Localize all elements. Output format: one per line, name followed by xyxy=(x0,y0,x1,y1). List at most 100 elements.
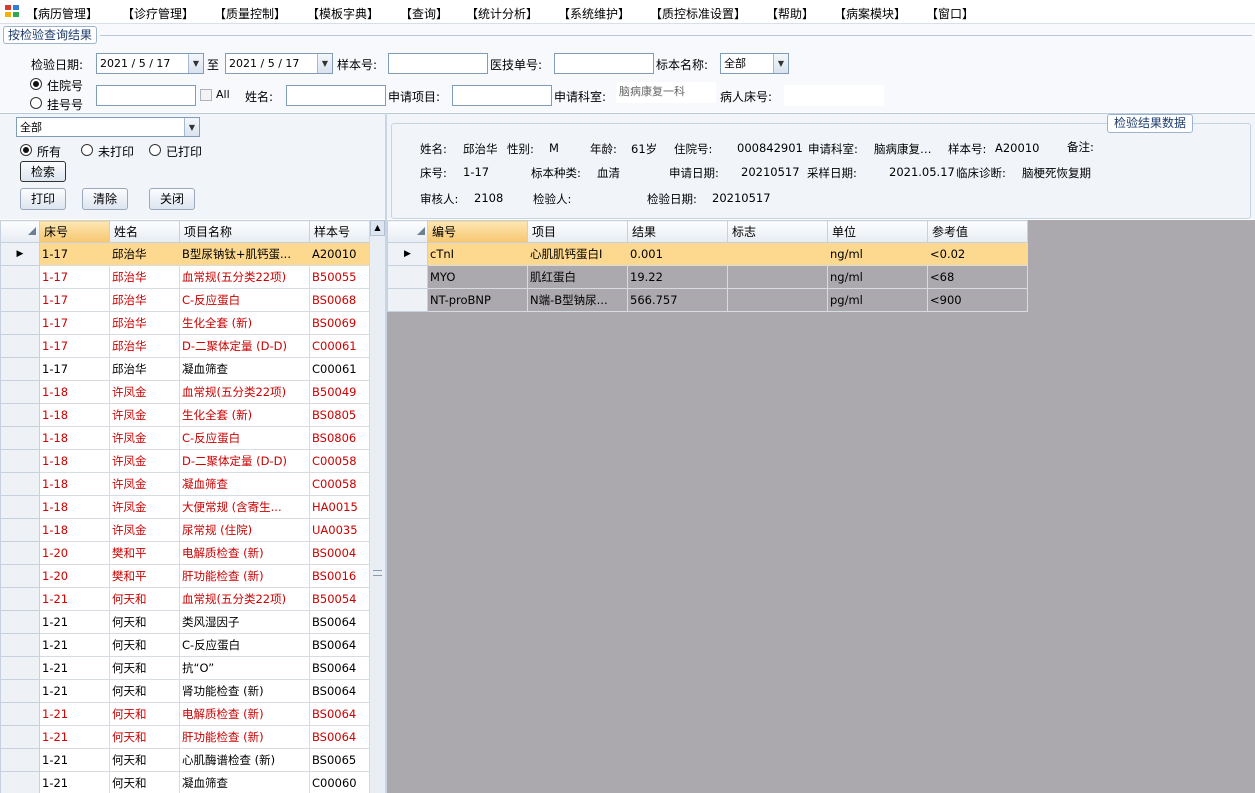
cell-item[interactable]: N端-B型钠尿... xyxy=(527,288,628,312)
cell-bed[interactable]: 1-21 xyxy=(39,633,110,657)
cell-sample[interactable]: B50055 xyxy=(309,265,370,289)
cell-ref[interactable]: <900 xyxy=(927,288,1028,312)
chevron-down-icon[interactable]: ▼ xyxy=(317,54,332,73)
cell-bed[interactable]: 1-17 xyxy=(39,242,110,266)
cell-code[interactable]: MYO xyxy=(427,265,528,289)
cell-name[interactable]: 何天和 xyxy=(109,702,180,726)
row-header[interactable] xyxy=(0,656,40,680)
cell-bed[interactable]: 1-20 xyxy=(39,564,110,588)
cell-name[interactable]: 樊和平 xyxy=(109,564,180,588)
patient-no-input[interactable] xyxy=(96,85,196,106)
cell-item[interactable]: 心肌酶谱检查 (新) xyxy=(179,748,310,772)
menu-medical-record[interactable]: 【病历管理】 xyxy=(26,5,98,22)
cell-bed[interactable]: 1-18 xyxy=(39,449,110,473)
cell-bed[interactable]: 1-21 xyxy=(39,771,110,793)
cell-name[interactable]: 何天和 xyxy=(109,656,180,680)
column-header-name[interactable]: 姓名 xyxy=(109,220,180,243)
cell-bed[interactable]: 1-17 xyxy=(39,265,110,289)
cell-item[interactable]: 肾功能检查 (新) xyxy=(179,679,310,703)
cell-sample[interactable]: BS0065 xyxy=(309,748,370,772)
table-row[interactable]: 1-18 许凤金 C-反应蛋白 BS0806 xyxy=(0,426,370,450)
specimen-select[interactable]: 全部 ▼ xyxy=(720,53,789,74)
cell-sample[interactable]: BS0064 xyxy=(309,610,370,634)
vertical-scrollbar[interactable]: ▲ xyxy=(369,220,385,793)
app-logo-icon[interactable] xyxy=(4,4,20,18)
row-header[interactable] xyxy=(0,679,40,703)
apply-item-input[interactable] xyxy=(452,85,552,106)
cell-name[interactable]: 许凤金 xyxy=(109,518,180,542)
cell-sample[interactable]: BS0805 xyxy=(309,403,370,427)
cell-name[interactable]: 何天和 xyxy=(109,725,180,749)
cell-item[interactable]: B型尿钠钛+肌钙蛋... xyxy=(179,242,310,266)
cell-item[interactable]: C-反应蛋白 xyxy=(179,288,310,312)
cell-unit[interactable]: ng/ml xyxy=(827,265,928,289)
menu-help[interactable]: 【帮助】 xyxy=(766,5,814,22)
row-header[interactable] xyxy=(0,702,40,726)
cell-name[interactable]: 邱治华 xyxy=(109,334,180,358)
cell-name[interactable]: 邱治华 xyxy=(109,288,180,312)
cell-name[interactable]: 何天和 xyxy=(109,748,180,772)
cell-item[interactable]: 抗“O” xyxy=(179,656,310,680)
table-row[interactable]: 1-21 何天和 C-反应蛋白 BS0064 xyxy=(0,633,370,657)
row-header[interactable] xyxy=(0,541,40,565)
row-header[interactable] xyxy=(0,633,40,657)
table-row[interactable]: 1-21 何天和 心肌酶谱检查 (新) BS0065 xyxy=(0,748,370,772)
row-header[interactable] xyxy=(0,426,40,450)
table-row[interactable]: 1-17 邱治华 C-反应蛋白 BS0068 xyxy=(0,288,370,312)
table-row[interactable]: 1-20 樊和平 肝功能检查 (新) BS0016 xyxy=(0,564,370,588)
cell-sample[interactable]: BS0064 xyxy=(309,725,370,749)
row-header[interactable] xyxy=(0,771,40,793)
row-header[interactable] xyxy=(0,265,40,289)
column-header-item[interactable]: 项目名称 xyxy=(179,220,310,243)
cell-sample[interactable]: BS0064 xyxy=(309,656,370,680)
row-header[interactable] xyxy=(0,518,40,542)
chevron-down-icon[interactable]: ▼ xyxy=(184,118,199,136)
cell-sample[interactable]: B50049 xyxy=(309,380,370,404)
row-header[interactable]: ▶ xyxy=(0,242,40,266)
table-row[interactable]: 1-21 何天和 肝功能检查 (新) BS0064 xyxy=(0,725,370,749)
table-row[interactable]: 1-17 邱治华 凝血筛查 C00061 xyxy=(0,357,370,381)
row-header[interactable] xyxy=(0,610,40,634)
menu-diagnosis[interactable]: 【诊疗管理】 xyxy=(122,5,194,22)
cell-name[interactable]: 许凤金 xyxy=(109,472,180,496)
cell-bed[interactable]: 1-18 xyxy=(39,518,110,542)
close-button[interactable]: 关闭 xyxy=(149,188,195,210)
cell-name[interactable]: 许凤金 xyxy=(109,403,180,427)
unprinted-radio[interactable] xyxy=(81,144,93,156)
menu-query[interactable]: 【查询】 xyxy=(400,5,448,22)
cell-bed[interactable]: 1-21 xyxy=(39,656,110,680)
column-header-code[interactable]: 编号 xyxy=(427,220,528,243)
cell-flag[interactable] xyxy=(727,242,828,266)
grid-corner[interactable] xyxy=(387,220,428,243)
cell-item[interactable]: C-反应蛋白 xyxy=(179,426,310,450)
table-row[interactable]: 1-21 何天和 肾功能检查 (新) BS0064 xyxy=(0,679,370,703)
table-row[interactable]: 1-18 许凤金 大便常规 (含寄生... HA0015 xyxy=(0,495,370,519)
cell-item[interactable]: 心肌肌钙蛋白I xyxy=(527,242,628,266)
cell-item[interactable]: 肝功能检查 (新) xyxy=(179,564,310,588)
cell-ref[interactable]: <68 xyxy=(927,265,1028,289)
cell-item[interactable]: 类风湿因子 xyxy=(179,610,310,634)
print-button[interactable]: 打印 xyxy=(20,188,66,210)
cell-flag[interactable] xyxy=(727,288,828,312)
cell-item[interactable]: 血常规(五分类22项) xyxy=(179,587,310,611)
cell-sample[interactable]: BS0064 xyxy=(309,633,370,657)
row-header[interactable] xyxy=(0,449,40,473)
table-row[interactable]: 1-21 何天和 抗“O” BS0064 xyxy=(0,656,370,680)
column-header-reference[interactable]: 参考值 xyxy=(927,220,1028,243)
cell-item[interactable]: 大便常规 (含寄生... xyxy=(179,495,310,519)
column-header-unit[interactable]: 单位 xyxy=(827,220,928,243)
scrollbar-grip-icon[interactable] xyxy=(373,570,382,576)
cell-sample[interactable]: BS0004 xyxy=(309,541,370,565)
table-row[interactable]: 1-21 何天和 电解质检查 (新) BS0064 xyxy=(0,702,370,726)
cell-bed[interactable]: 1-17 xyxy=(39,334,110,358)
chevron-down-icon[interactable]: ▼ xyxy=(188,54,203,73)
cell-sample[interactable]: B50054 xyxy=(309,587,370,611)
row-header[interactable] xyxy=(0,334,40,358)
column-header-flag[interactable]: 标志 xyxy=(727,220,828,243)
cell-name[interactable]: 邱治华 xyxy=(109,357,180,381)
cell-bed[interactable]: 1-17 xyxy=(39,311,110,335)
sample-no-input[interactable] xyxy=(388,53,488,74)
cell-item[interactable]: 血常规(五分类22项) xyxy=(179,380,310,404)
table-row[interactable]: MYO 肌红蛋白 19.22 ng/ml <68 xyxy=(387,265,1028,289)
column-header-sample[interactable]: 样本号 xyxy=(309,220,370,243)
